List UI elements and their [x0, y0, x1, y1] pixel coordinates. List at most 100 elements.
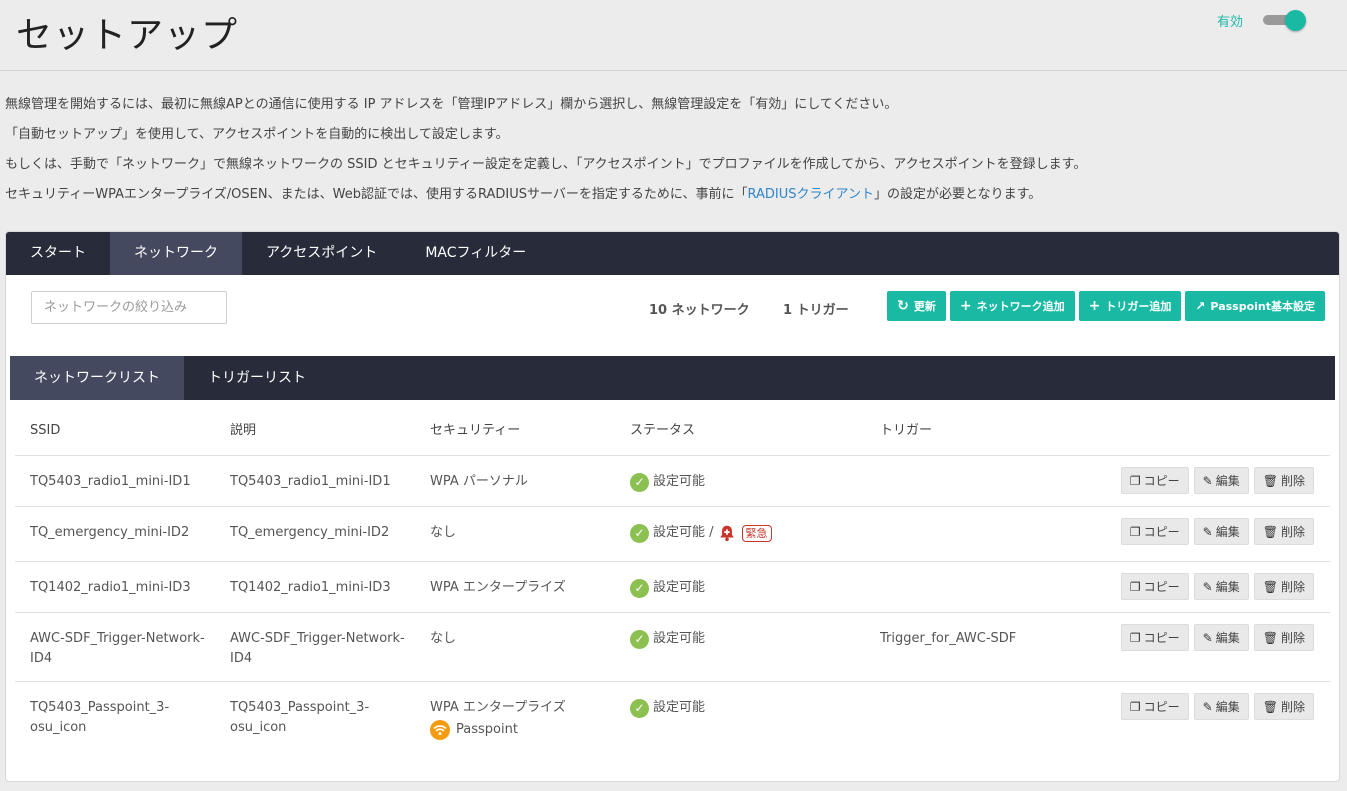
ssid-cell: AWC-SDF_Trigger-Network-ID4 — [30, 631, 205, 666]
delete-button[interactable]: 🗑︎ 削除 — [1253, 467, 1314, 494]
edit-label: 編集 — [1215, 700, 1240, 714]
pencil-icon: ✎ — [1202, 630, 1213, 645]
tab-start[interactable]: スタート — [6, 232, 110, 275]
table-header-row: SSID 説明 セキュリティー ステータス トリガー — [15, 400, 1330, 456]
pencil-icon: ✎ — [1202, 699, 1213, 714]
ssid-cell: TQ_emergency_mini-ID2 — [30, 525, 190, 540]
network-count: 10 ネットワーク — [649, 303, 750, 318]
edit-button[interactable]: ✎ 編集 — [1193, 573, 1249, 600]
delete-button[interactable]: 🗑︎ 削除 — [1253, 624, 1314, 651]
copy-button[interactable]: ❐ コピー — [1120, 573, 1189, 600]
copy-button[interactable]: ❐ コピー — [1120, 467, 1189, 494]
delete-button[interactable]: 🗑︎ 削除 — [1253, 518, 1314, 545]
copy-button[interactable]: ❐ コピー — [1120, 518, 1189, 545]
radius-client-link[interactable]: RADIUSクライアント — [747, 187, 874, 202]
passpoint-tag: Passpoint — [430, 720, 620, 740]
edit-label: 編集 — [1215, 525, 1240, 539]
check-circle-icon: ✓ — [630, 698, 649, 718]
edit-button[interactable]: ✎ 編集 — [1193, 693, 1249, 720]
status-text: 設定可能 — [653, 631, 706, 646]
delete-label: 削除 — [1280, 700, 1305, 714]
refresh-button[interactable]: ↻ 更新 — [887, 291, 946, 321]
urgent-badge: 緊急 — [741, 524, 772, 542]
trash-icon: 🗑︎ — [1262, 699, 1278, 714]
description-cell: AWC-SDF_Trigger-Network-ID4 — [230, 631, 405, 666]
tab-trigger-list[interactable]: トリガーリスト — [184, 356, 330, 400]
ssid-cell: TQ1402_radio1_mini-ID3 — [30, 580, 191, 595]
passpoint-settings-label: Passpoint基本設定 — [1210, 300, 1315, 313]
copy-button[interactable]: ❐ コピー — [1120, 693, 1189, 720]
description-cell: TQ5403_radio1_mini-ID1 — [230, 474, 391, 489]
status-cell: ✓ 設定可能 — [630, 698, 870, 718]
page-title: セットアップ — [16, 15, 239, 56]
intro-line-4-pre: セキュリティーWPAエンタープライズ/OSEN、または、Web認証では、使用する… — [5, 187, 748, 202]
status-text: 設定可能 — [653, 580, 706, 595]
copy-icon: ❐ — [1129, 473, 1141, 488]
setup-panel: スタート ネットワーク アクセスポイント MACフィルター 10 ネットワーク … — [5, 231, 1340, 782]
security-cell: WPA エンタープライズ — [430, 580, 566, 595]
tab-network-list[interactable]: ネットワークリスト — [10, 356, 184, 400]
copy-label: コピー — [1143, 474, 1180, 488]
security-cell: なし — [430, 525, 457, 540]
tab-access-point[interactable]: アクセスポイント — [242, 232, 401, 275]
security-cell: なし — [430, 631, 457, 646]
pencil-icon: ✎ — [1202, 473, 1213, 488]
add-network-button[interactable]: + ネットワーク追加 — [949, 291, 1075, 321]
check-circle-icon: ✓ — [630, 629, 649, 649]
copy-label: コピー — [1143, 525, 1180, 539]
column-header-status[interactable]: ステータス — [630, 421, 870, 441]
plus-icon: + — [1088, 298, 1101, 314]
description-cell: TQ_emergency_mini-ID2 — [230, 525, 390, 540]
column-header-description[interactable]: 説明 — [230, 421, 410, 441]
delete-label: 削除 — [1280, 580, 1305, 594]
passpoint-label: Passpoint — [456, 722, 518, 737]
enable-toggle[interactable] — [1261, 10, 1309, 31]
copy-icon: ❐ — [1129, 524, 1141, 539]
intro-line-1: 無線管理を開始するには、最初に無線APとの通信に使用する IP アドレスを「管理… — [5, 97, 898, 112]
table-row: TQ5403_Passpoint_3-osu_icon TQ5403_Passp… — [15, 682, 1330, 751]
status-cell: ✓ 設定可能 — [630, 578, 870, 598]
copy-label: コピー — [1143, 631, 1180, 645]
intro-line-4: セキュリティーWPAエンタープライズ/OSEN、または、Web認証では、使用する… — [5, 180, 1335, 210]
copy-label: コピー — [1143, 580, 1180, 594]
tab-network[interactable]: ネットワーク — [110, 232, 242, 275]
check-circle-icon: ✓ — [630, 472, 649, 492]
table-row: TQ_emergency_mini-ID2 TQ_emergency_mini-… — [15, 507, 1330, 562]
copy-label: コピー — [1143, 700, 1180, 714]
network-filter-input[interactable] — [31, 291, 227, 324]
copy-button[interactable]: ❐ コピー — [1120, 624, 1189, 651]
add-trigger-button[interactable]: + トリガー追加 — [1078, 291, 1182, 321]
trash-icon: 🗑︎ — [1262, 524, 1278, 539]
delete-button[interactable]: 🗑︎ 削除 — [1253, 693, 1314, 720]
edit-button[interactable]: ✎ 編集 — [1193, 518, 1249, 545]
delete-button[interactable]: 🗑︎ 削除 — [1253, 573, 1314, 600]
trash-icon: 🗑︎ — [1262, 473, 1278, 488]
edit-button[interactable]: ✎ 編集 — [1193, 624, 1249, 651]
tab-mac-filter[interactable]: MACフィルター — [401, 232, 550, 275]
table-row: TQ1402_radio1_mini-ID3 TQ1402_radio1_min… — [15, 562, 1330, 613]
copy-icon: ❐ — [1129, 699, 1141, 714]
security-cell: WPA エンタープライズ Passpoint — [430, 698, 620, 740]
column-header-ssid[interactable]: SSID — [30, 421, 210, 441]
refresh-icon: ↻ — [897, 298, 909, 314]
status-text: 設定可能 / — [653, 525, 714, 540]
wrench-icon: ↗ — [1195, 299, 1206, 313]
table-row: TQ5403_radio1_mini-ID1 TQ5403_radio1_min… — [15, 456, 1330, 507]
status-cell: ✓ 設定可能 / 緊急 — [630, 523, 870, 543]
edit-button[interactable]: ✎ 編集 — [1193, 467, 1249, 494]
check-circle-icon: ✓ — [630, 578, 649, 598]
wifi-icon — [430, 720, 450, 740]
row-actions: ❐ コピー ✎ 編集 🗑︎ 削除 — [1120, 573, 1314, 600]
description-cell: TQ1402_radio1_mini-ID3 — [230, 580, 391, 595]
status-text: 設定可能 — [653, 700, 706, 715]
status-cell: ✓ 設定可能 — [630, 472, 870, 492]
column-header-trigger[interactable]: トリガー — [880, 421, 1080, 441]
plus-icon: + — [959, 298, 972, 314]
toggle-knob — [1285, 10, 1306, 31]
passpoint-settings-button[interactable]: ↗ Passpoint基本設定 — [1185, 291, 1325, 321]
description-cell: TQ5403_Passpoint_3-osu_icon — [230, 700, 370, 735]
add-network-label: ネットワーク追加 — [976, 300, 1065, 313]
status-text: 設定可能 — [653, 474, 706, 489]
security-text: WPA エンタープライズ — [430, 700, 566, 715]
column-header-security[interactable]: セキュリティー — [430, 421, 620, 441]
